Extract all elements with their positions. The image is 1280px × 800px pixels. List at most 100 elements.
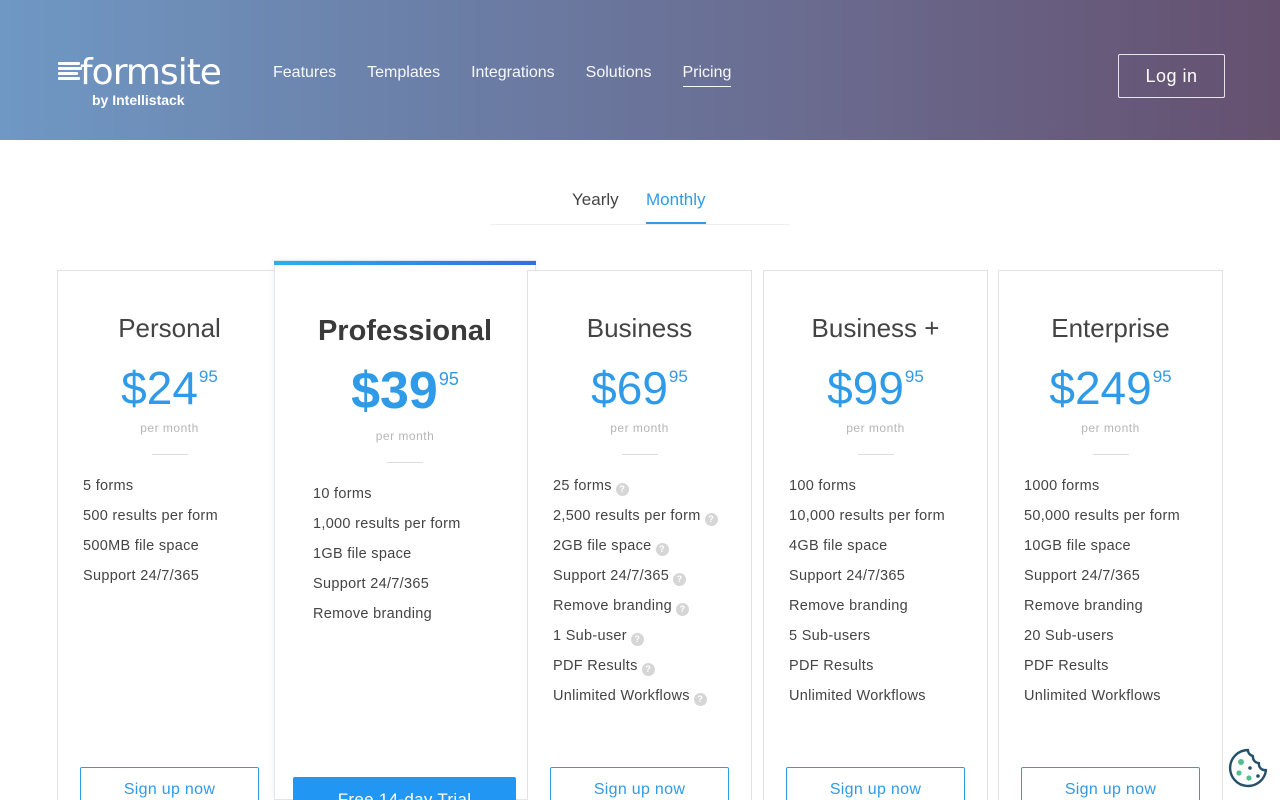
- price-cents: 95: [1152, 367, 1172, 386]
- nav-features[interactable]: Features: [273, 64, 336, 87]
- nav-pricing[interactable]: Pricing: [682, 64, 732, 87]
- plan-name: Business +: [811, 313, 940, 343]
- feature-text: 1,000 results per form: [313, 516, 461, 532]
- feature-list: 10 forms 1,000 results per form 1GB file s…: [313, 484, 461, 634]
- nav-integrations[interactable]: Integrations: [471, 64, 555, 87]
- price-amount: $99: [827, 362, 904, 414]
- feature-item: 10,000 results per form: [789, 506, 945, 536]
- feature-item: Remove branding: [789, 596, 945, 626]
- feature-item: 500 results per form: [83, 506, 218, 536]
- feature-item: 50,000 results per form: [1024, 506, 1180, 536]
- feature-text: Unlimited Workflows: [1024, 688, 1161, 704]
- sign-up-button[interactable]: Sign up now: [80, 767, 259, 800]
- divider: [151, 454, 188, 455]
- feature-item: Support 24/7/365: [83, 566, 218, 596]
- cookie-settings-icon[interactable]: [1228, 748, 1268, 788]
- feature-item: 5 Sub-users: [789, 626, 945, 656]
- help-icon[interactable]: ?: [675, 603, 689, 616]
- sign-up-button[interactable]: Sign up now: [786, 767, 965, 800]
- feature-text: 500MB file space: [83, 538, 200, 554]
- feature-text: Support 24/7/365: [789, 568, 906, 584]
- divider: [1092, 454, 1129, 455]
- feature-text: Remove branding: [789, 598, 908, 614]
- billing-period-toggle: Yearly Monthly: [490, 188, 790, 225]
- plan-price: $3995: [275, 361, 535, 421]
- feature-item: 5 forms: [83, 476, 218, 506]
- nav-templates[interactable]: Templates: [367, 64, 440, 87]
- feature-item: PDF Results: [789, 656, 945, 686]
- plan-name: Personal: [118, 313, 221, 343]
- feature-item: Unlimited Workflows?: [553, 686, 718, 716]
- feature-item: Support 24/7/365?: [553, 566, 718, 596]
- feature-text: 5 Sub-users: [789, 628, 871, 644]
- feature-text: 10GB file space: [1024, 538, 1131, 554]
- plan-card-business: Business $6995 per month 25 forms? 2,500 …: [527, 270, 752, 800]
- plan-name: Business: [586, 313, 693, 343]
- nav-solutions[interactable]: Solutions: [586, 64, 652, 87]
- feature-text: 1 Sub-user: [553, 628, 627, 644]
- price-amount: $39: [351, 362, 438, 420]
- price-amount: $69: [591, 362, 668, 414]
- help-icon[interactable]: ?: [693, 693, 707, 706]
- feature-text: 2GB file space: [553, 538, 652, 554]
- feature-item: Remove branding?: [553, 596, 718, 626]
- feature-list: 25 forms? 2,500 results per form? 2GB file…: [553, 476, 718, 716]
- feature-text: 10,000 results per form: [789, 508, 945, 524]
- sign-up-button[interactable]: Sign up now: [1021, 767, 1200, 800]
- plan-card-personal: Personal $2495 per month 5 forms 500 resu…: [57, 270, 282, 800]
- feature-item: PDF Results?: [553, 656, 718, 686]
- plan-price: $9995: [764, 361, 987, 415]
- feature-text: 1GB file space: [313, 546, 412, 562]
- feature-item: 2GB file space?: [553, 536, 718, 566]
- feature-text: Remove branding: [1024, 598, 1143, 614]
- help-icon[interactable]: ?: [655, 543, 669, 556]
- feature-item: 500MB file space: [83, 536, 218, 566]
- tab-monthly[interactable]: Monthly: [646, 190, 706, 224]
- divider: [857, 454, 894, 455]
- logo-tagline: by Intellistack: [92, 92, 185, 108]
- help-icon[interactable]: ?: [704, 513, 718, 526]
- feature-text: 50,000 results per form: [1024, 508, 1180, 524]
- feature-text: Support 24/7/365: [83, 568, 200, 584]
- feature-text: 10 forms: [313, 486, 372, 502]
- plan-card-business-plus: Business + $9995 per month 100 forms 10,0…: [763, 270, 988, 800]
- sign-up-button[interactable]: Sign up now: [550, 767, 729, 800]
- feature-list: 100 forms 10,000 results per form 4GB file…: [789, 476, 945, 716]
- plan-price: $24995: [999, 361, 1222, 415]
- main-nav: Features Templates Integrations Solution…: [273, 64, 762, 87]
- billing-period-label: per month: [1081, 421, 1140, 435]
- login-button[interactable]: Log in: [1118, 54, 1225, 98]
- help-icon[interactable]: ?: [630, 633, 644, 646]
- price-amount: $249: [1049, 362, 1152, 414]
- help-icon[interactable]: ?: [641, 663, 655, 676]
- feature-text: 20 Sub-users: [1024, 628, 1114, 644]
- feature-item: Support 24/7/365: [789, 566, 945, 596]
- feature-item: Remove branding: [313, 604, 461, 634]
- feature-item: Remove branding: [1024, 596, 1180, 626]
- divider: [621, 454, 658, 455]
- feature-item: Unlimited Workflows: [789, 686, 945, 716]
- feature-text: 1000 forms: [1024, 478, 1100, 494]
- help-icon[interactable]: ?: [673, 573, 687, 586]
- feature-item: 1 Sub-user?: [553, 626, 718, 656]
- plan-price: $6995: [528, 361, 751, 415]
- billing-period-label: per month: [846, 421, 905, 435]
- feature-text: 2,500 results per form: [553, 508, 701, 524]
- price-amount: $24: [121, 362, 198, 414]
- free-trial-button[interactable]: Free 14-day Trial: [293, 777, 516, 800]
- feature-text: 100 forms: [789, 478, 857, 494]
- plan-price: $2495: [58, 361, 281, 415]
- feature-text: PDF Results: [789, 658, 874, 674]
- feature-item: 1,000 results per form: [313, 514, 461, 544]
- price-cents: 95: [198, 367, 218, 386]
- feature-text: Remove branding: [313, 606, 432, 622]
- feature-item: 4GB file space: [789, 536, 945, 566]
- tab-yearly[interactable]: Yearly: [572, 190, 619, 222]
- feature-item: 2,500 results per form?: [553, 506, 718, 536]
- feature-list: 5 forms 500 results per form 500MB file sp…: [83, 476, 218, 596]
- feature-item: 25 forms?: [553, 476, 718, 506]
- price-cents: 95: [438, 369, 459, 389]
- feature-text: PDF Results: [1024, 658, 1109, 674]
- help-icon[interactable]: ?: [615, 483, 629, 496]
- feature-text: Support 24/7/365: [313, 576, 430, 592]
